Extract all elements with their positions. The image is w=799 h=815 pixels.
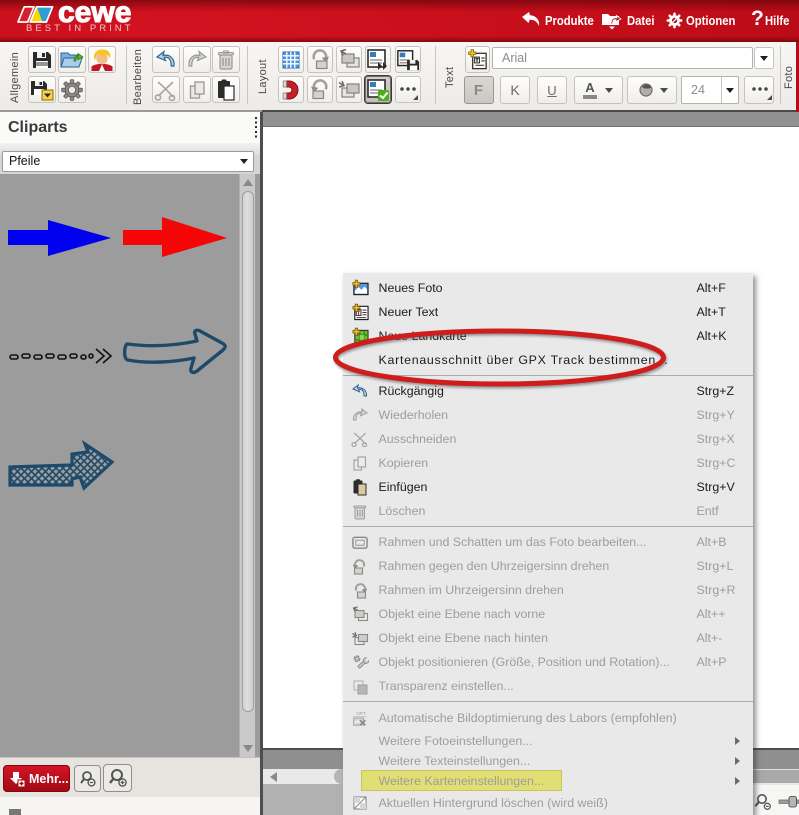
svg-text:OPT: OPT xyxy=(356,711,366,716)
